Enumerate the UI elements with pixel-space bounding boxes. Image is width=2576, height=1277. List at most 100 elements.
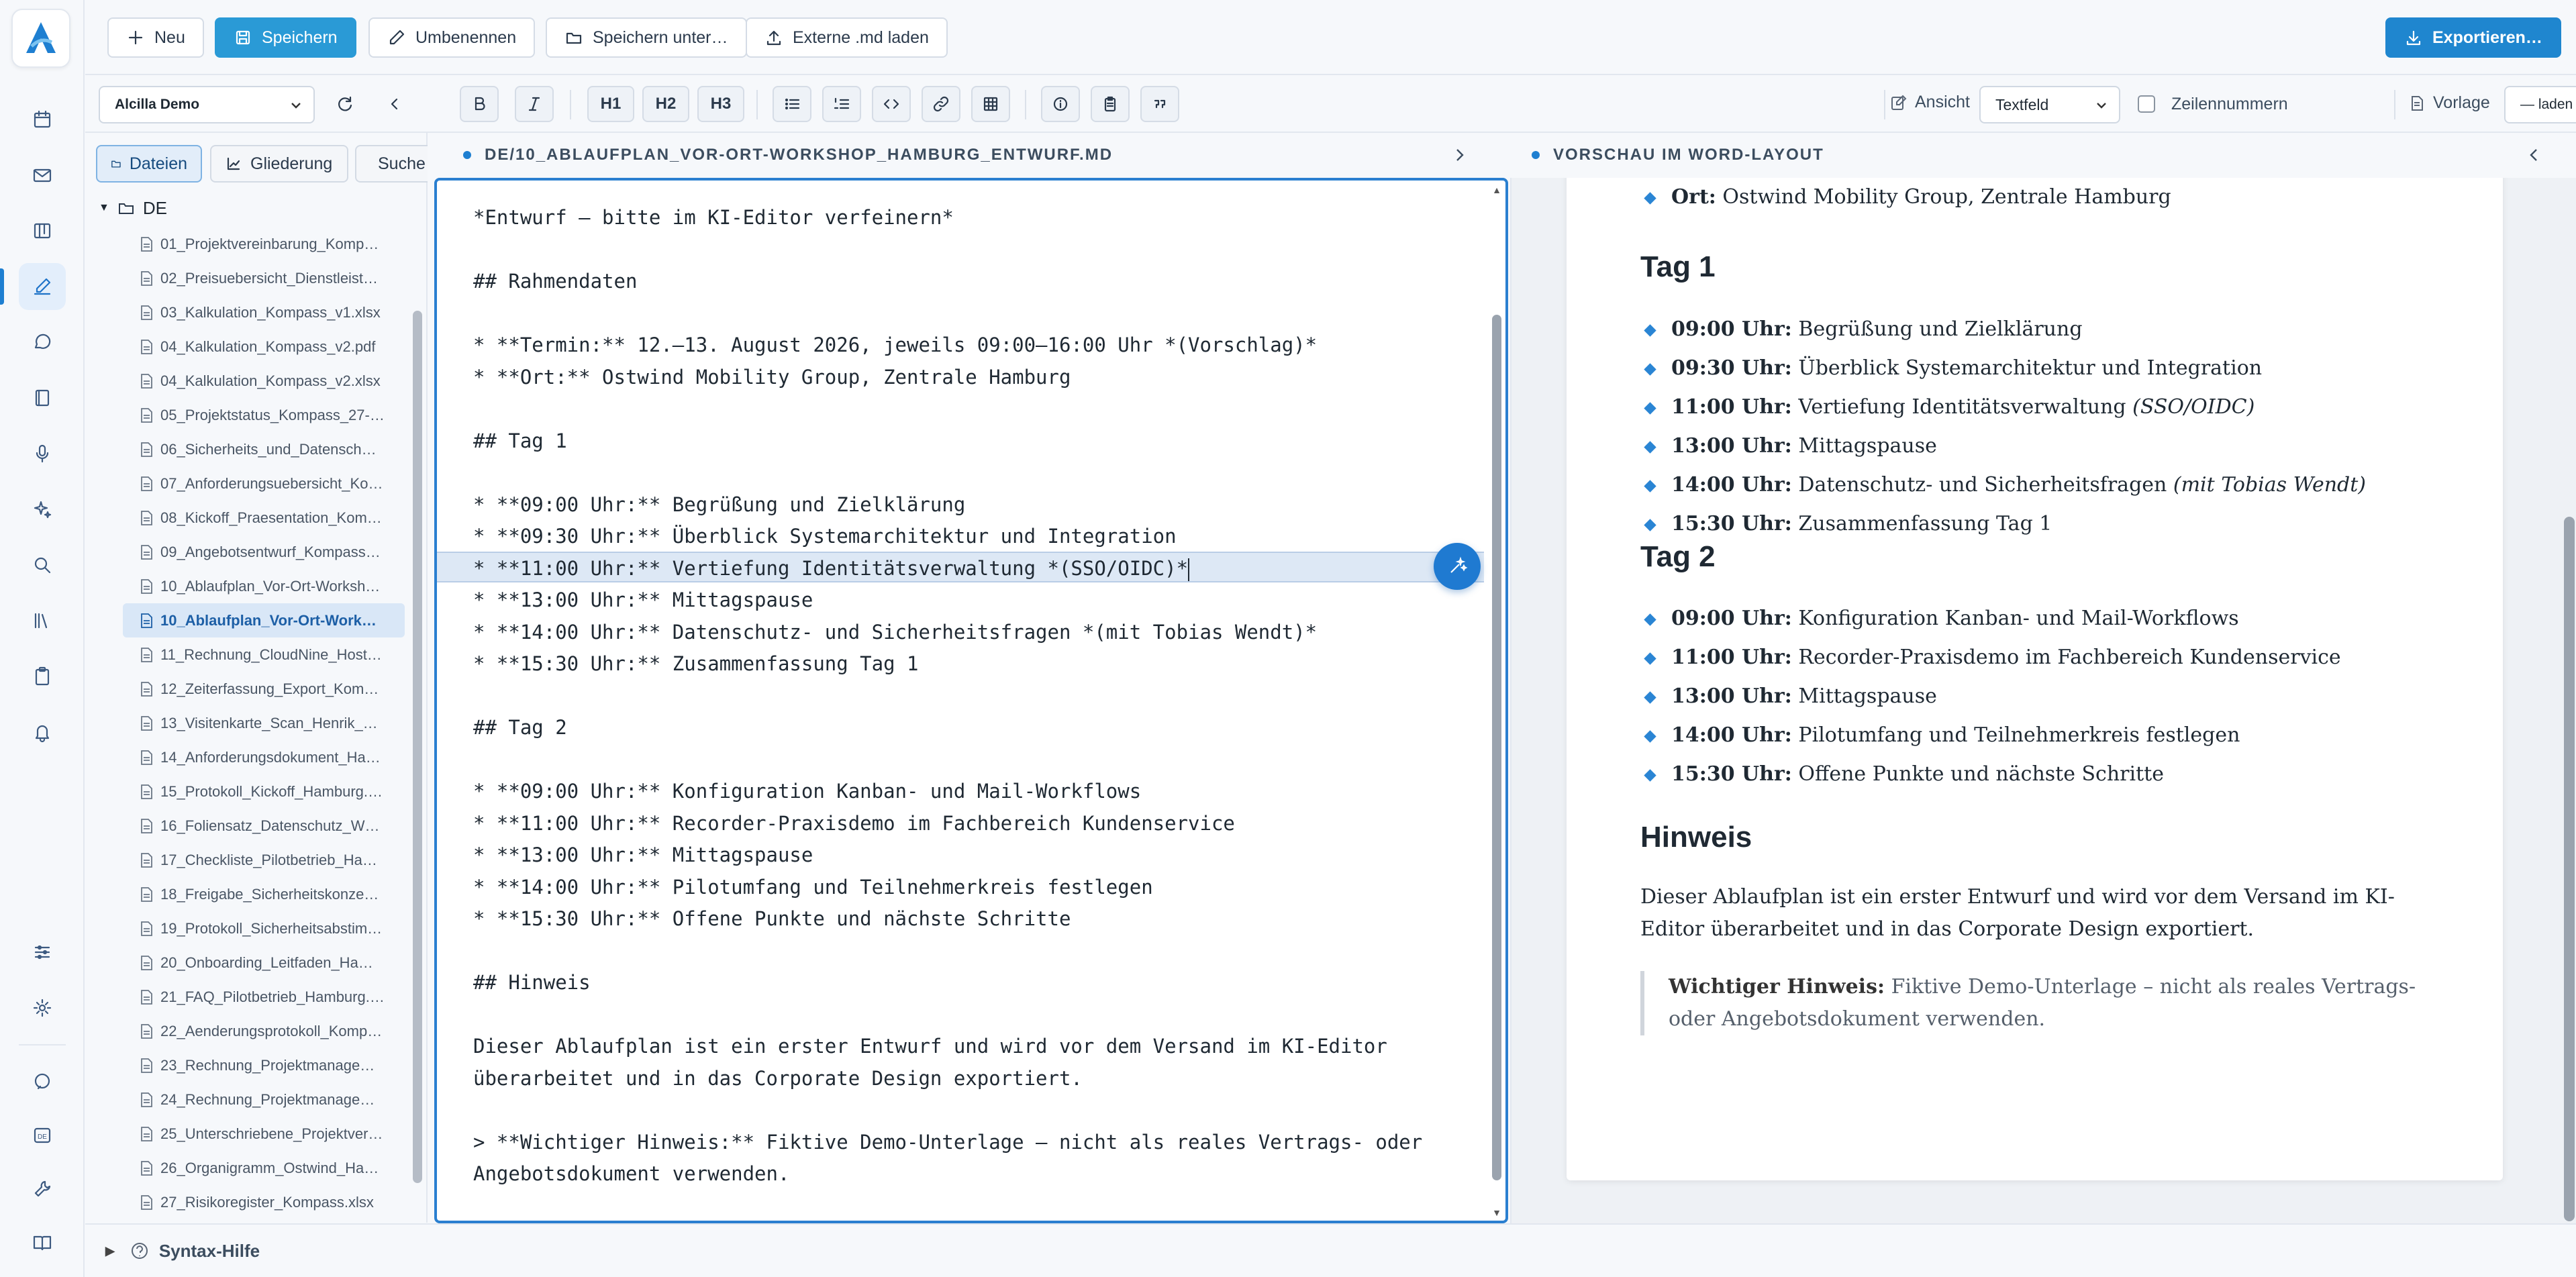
view-select[interactable]: Textfeld [1979, 86, 2120, 123]
tab-files[interactable]: Dateien [96, 145, 202, 183]
table-button[interactable] [971, 86, 1010, 122]
file-item[interactable]: 18_Freigabe_Sicherheitskonze… [123, 877, 405, 911]
file-item[interactable]: 01_Projektvereinbarung_Komp… [123, 227, 405, 261]
editor-line[interactable] [473, 298, 1479, 330]
kanban-icon[interactable] [19, 207, 66, 254]
mail-icon[interactable] [19, 152, 66, 199]
file-item[interactable]: 20_Onboarding_Leitfaden_Ha… [123, 946, 405, 980]
refresh-icon[interactable] [326, 86, 364, 122]
bold-button[interactable] [460, 86, 499, 122]
file-item[interactable]: 24_Rechnung_Projektmanage… [123, 1082, 405, 1117]
preview-scrollbar[interactable] [2564, 517, 2575, 1221]
app-logo[interactable] [11, 9, 70, 68]
editor-line[interactable]: * **13:00 Uhr:** Mittagspause [473, 584, 1479, 617]
file-item[interactable]: 09_Angebotsentwurf_Kompass… [123, 535, 405, 569]
editor-line[interactable]: Angebotsdokument verwenden. [473, 1158, 1479, 1190]
export-button[interactable]: Exportieren… [2385, 17, 2561, 58]
editor-line[interactable]: * **09:00 Uhr:** Begrüßung und Zielkläru… [473, 489, 1479, 521]
support-chat-icon[interactable] [19, 1058, 66, 1105]
chat-icon[interactable] [19, 319, 66, 366]
editor-line[interactable]: * **09:30 Uhr:** Überblick Systemarchite… [473, 521, 1479, 553]
bell-icon[interactable] [19, 709, 66, 756]
tab-outline[interactable]: Gliederung [210, 145, 348, 183]
docs-book-icon[interactable] [19, 1219, 66, 1266]
new-button[interactable]: Neu [107, 17, 204, 58]
sparkle-icon[interactable] [19, 486, 66, 533]
info-button[interactable] [1041, 86, 1080, 122]
file-item[interactable]: 07_Anforderungsuebersicht_Ko… [123, 466, 405, 501]
editor-line[interactable] [473, 935, 1479, 968]
book-icon[interactable] [19, 374, 66, 421]
editor-line[interactable]: Dieser Ablaufplan ist ein erster Entwurf… [473, 1031, 1479, 1063]
editor-line[interactable]: * **Termin:** 12.–13. August 2026, jewei… [473, 329, 1479, 362]
file-item[interactable]: 13_Visitenkarte_Scan_Henrik_… [123, 706, 405, 740]
h3-button[interactable]: H3 [697, 86, 744, 122]
editor-icon[interactable] [0, 263, 66, 310]
editor-line[interactable]: ## Tag 2 [473, 712, 1479, 744]
editor-line[interactable]: * **14:00 Uhr:** Datenschutz- und Sicher… [473, 617, 1479, 649]
file-item[interactable]: 10_Ablaufplan_Vor-Ort-Worksh… [123, 569, 405, 603]
scroll-up-icon[interactable]: ▲ [1492, 185, 1501, 195]
editor-line[interactable]: * **09:00 Uhr:** Konfiguration Kanban- u… [473, 776, 1479, 808]
clipboard-icon[interactable] [19, 653, 66, 700]
collapse-sidebar-icon[interactable] [375, 86, 414, 122]
editor-line[interactable]: * **13:00 Uhr:** Mittagspause [473, 839, 1479, 872]
h2-button[interactable]: H2 [642, 86, 689, 122]
file-item[interactable]: 15_Protokoll_Kickoff_Hamburg.… [123, 774, 405, 809]
rename-button[interactable]: Umbenennen [368, 17, 536, 58]
editor-scrollbar[interactable] [1492, 315, 1501, 1180]
save-button[interactable]: Speichern [215, 17, 356, 58]
editor-line[interactable] [473, 744, 1479, 776]
editor-line[interactable]: überarbeitet und in das Corporate Design… [473, 1063, 1479, 1095]
search-icon[interactable] [19, 542, 66, 589]
ai-refine-button[interactable] [1434, 543, 1481, 590]
editor-line[interactable] [473, 234, 1479, 266]
file-item[interactable]: 08_Kickoff_Praesentation_Kom… [123, 501, 405, 535]
sliders-icon[interactable] [19, 929, 66, 976]
editor-line[interactable] [473, 1094, 1479, 1127]
file-item[interactable]: 12_Zeiterfassung_Export_Kom… [123, 672, 405, 706]
syntax-help-bar[interactable]: ▶ Syntax-Hilfe [85, 1223, 2576, 1277]
save-as-button[interactable]: Speichern unter… [546, 17, 747, 58]
editor-line[interactable]: > **Wichtiger Hinweis:** Fiktive Demo-Un… [473, 1127, 1479, 1159]
tab-search[interactable]: Suche [355, 145, 428, 183]
load-external-button[interactable]: Externe .md laden [746, 17, 948, 58]
numbered-list-button[interactable] [822, 86, 861, 122]
file-item[interactable]: 19_Protokoll_Sicherheitsabstim… [123, 911, 405, 946]
file-item[interactable]: 06_Sicherheits_und_Datensch… [123, 432, 405, 466]
library-icon[interactable] [19, 597, 66, 644]
line-numbers-checkbox[interactable] [2138, 95, 2155, 113]
editor-line[interactable] [473, 999, 1479, 1031]
editor-line[interactable]: ## Rahmendaten [473, 266, 1479, 298]
file-item[interactable]: 03_Kalkulation_Kompass_v1.xlsx [123, 295, 405, 329]
wrench-icon[interactable] [19, 1166, 66, 1213]
file-item[interactable]: 05_Projektstatus_Kompass_27-… [123, 398, 405, 432]
editor-line[interactable] [473, 457, 1479, 489]
link-button[interactable] [922, 86, 960, 122]
editor-line[interactable]: * **Ort:** Ostwind Mobility Group, Zentr… [473, 362, 1479, 394]
bullet-list-button[interactable] [773, 86, 811, 122]
editor-line[interactable]: * **11:00 Uhr:** Vertiefung Identitätsve… [473, 553, 1479, 585]
editor-line[interactable]: * **15:30 Uhr:** Zusammenfassung Tag 1 [473, 648, 1479, 680]
template-clipboard-button[interactable] [1091, 86, 1130, 122]
workspace-select[interactable]: Alcilla Demo [99, 86, 315, 123]
language-de-icon[interactable]: DE [19, 1112, 66, 1159]
sidebar-scrollbar[interactable] [413, 311, 422, 1183]
file-item[interactable]: 17_Checkliste_Pilotbetrieb_Ha… [123, 843, 405, 877]
microphone-icon[interactable] [19, 430, 66, 477]
file-item[interactable]: 21_FAQ_Pilotbetrieb_Hamburg.… [123, 980, 405, 1014]
chevron-left-icon[interactable] [2525, 146, 2542, 168]
quote-button[interactable] [1140, 86, 1179, 122]
editor-line[interactable]: * **15:30 Uhr:** Offene Punkte und nächs… [473, 903, 1479, 935]
editor-line[interactable]: * **11:00 Uhr:** Recorder-Praxisdemo im … [473, 808, 1479, 840]
settings-icon[interactable] [19, 984, 66, 1031]
editor-text[interactable]: *Entwurf – bitte im KI-Editor verfeinern… [473, 202, 1479, 1190]
file-item[interactable]: 02_Preisuebersicht_Dienstleist… [123, 261, 405, 295]
file-item[interactable]: 26_Organigramm_Ostwind_Ha… [123, 1151, 405, 1185]
editor-line[interactable] [473, 393, 1479, 425]
folder-de[interactable]: ▼ DE [99, 195, 167, 221]
template-select[interactable]: — laden — [2504, 86, 2576, 123]
editor-line[interactable]: *Entwurf – bitte im KI-Editor verfeinern… [473, 202, 1479, 234]
editor-line[interactable]: ## Hinweis [473, 967, 1479, 999]
file-item[interactable]: 04_Kalkulation_Kompass_v2.pdf [123, 329, 405, 364]
